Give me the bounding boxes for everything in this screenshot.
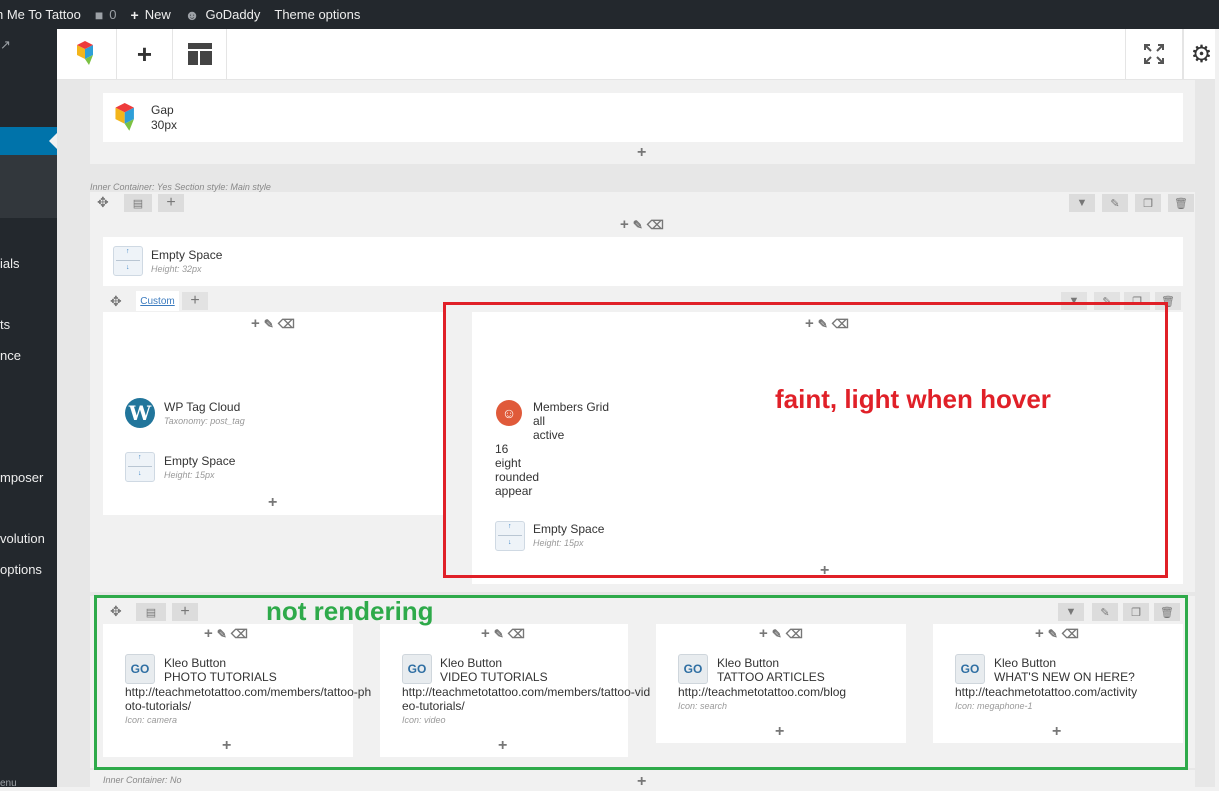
chevron-down-icon: ▼ (1076, 197, 1088, 209)
clone-icon: ❐ (1143, 197, 1153, 210)
tag-cloud-taxonomy: Taxonomy: post_tag (164, 416, 245, 426)
annotation-red-text: faint, light when hover (775, 384, 1051, 414)
new-label: New (144, 7, 171, 22)
sidebar-arrow-icon: ↗ (0, 37, 11, 52)
row-edit-button[interactable]: ✎ (1102, 194, 1128, 212)
gap-value: 30px (151, 118, 178, 132)
comment-icon: ■ (94, 6, 104, 23)
annotation-red-box (443, 302, 1168, 578)
empty-space-title: Empty Space (164, 454, 236, 468)
comments-count: 0 (109, 7, 117, 22)
gap-element[interactable]: Gap 30px (103, 93, 1183, 142)
vc-logo-icon (76, 41, 93, 65)
column-controls[interactable]: + ✎ ⌫ (620, 216, 664, 233)
left-column-controls[interactable]: + ✎ ⌫ (251, 315, 295, 332)
gap-title: Gap (151, 103, 174, 117)
new-link[interactable]: + New (131, 7, 171, 23)
move-icon[interactable]: ✥ (97, 194, 109, 211)
admin-sidebar: ↗ ials ts nce mposer volution options en… (0, 29, 57, 787)
empty-space-height: Height: 32px (151, 264, 202, 274)
theme-options-link[interactable]: Theme options (274, 7, 360, 22)
theme-options-label: Theme options (274, 7, 361, 22)
row-add-button[interactable]: + (158, 194, 184, 212)
empty-space-title: Empty Space (151, 248, 223, 262)
pencil-icon: ✎ (632, 217, 643, 232)
trash-icon: ⌫ (646, 217, 664, 232)
layout-icon (187, 43, 212, 65)
empty-space-height: Height: 15px (164, 470, 215, 480)
add-element-button[interactable]: + (117, 29, 173, 79)
godaddy-icon: ☻ (184, 6, 200, 23)
trash-icon: 🗑 (1174, 197, 1188, 210)
site-name-label: h Me To Tattoo (0, 7, 81, 22)
sidebar-item-tutorials[interactable]: ials (0, 256, 20, 271)
gear-icon: ⚙ (1190, 40, 1213, 68)
comments-link[interactable]: ■ 0 (95, 7, 117, 23)
add-element-plus[interactable]: + (637, 773, 646, 791)
pencil-icon: ✎ (1110, 197, 1120, 210)
row-clone-button[interactable]: ❐ (1135, 194, 1161, 212)
empty-space-element[interactable]: ↑ ↓ Empty Space Height: 32px (103, 237, 1183, 286)
inner-container-label: Inner Container: Yes Section style: Main… (90, 182, 271, 192)
sidebar-item-posts[interactable]: ts (0, 317, 10, 332)
fullscreen-icon (1144, 44, 1164, 64)
vc-element-icon (115, 103, 134, 131)
sidebar-collapse-menu[interactable]: enu (0, 778, 17, 787)
admin-bar: h Me To Tattoo ■ 0 + New ☻ GoDaddy Theme op… (0, 0, 1219, 29)
sidebar-submenu (0, 155, 57, 218)
active-indicator (49, 133, 57, 149)
wordpress-icon: W (125, 398, 155, 428)
settings-button[interactable]: ⚙ (1183, 29, 1219, 79)
custom-tab[interactable]: Custom (136, 291, 179, 311)
add-element-plus[interactable]: + (268, 494, 277, 512)
row-layout-button[interactable]: ▤ (124, 194, 152, 212)
add-element-plus[interactable]: + (637, 144, 646, 162)
plus-icon: + (620, 216, 629, 233)
fullscreen-button[interactable] (1125, 29, 1183, 79)
sidebar-item-options[interactable]: options (0, 562, 42, 577)
composer-logo[interactable] (57, 29, 117, 79)
empty-space-icon: ↑ ↓ (113, 246, 143, 276)
inner-row-add-button[interactable]: + (182, 292, 208, 310)
empty-space-icon: ↑ ↓ (125, 452, 155, 482)
godaddy-label: GoDaddy (205, 7, 261, 22)
godaddy-link[interactable]: ☻ GoDaddy (185, 7, 261, 23)
row-toggle-button[interactable]: ▼ (1069, 194, 1095, 212)
sidebar-item-appearance[interactable]: nce (0, 348, 21, 363)
annotation-green-box (94, 595, 1188, 770)
sidebar-item-composer[interactable]: mposer (0, 470, 43, 485)
site-name-link[interactable]: h Me To Tattoo (0, 7, 81, 22)
tag-cloud-title: WP Tag Cloud (164, 400, 241, 414)
plus-icon: + (130, 6, 139, 23)
composer-toolbar: + ⚙ (57, 29, 1219, 80)
row-delete-button[interactable]: 🗑 (1168, 194, 1194, 212)
annotation-green-text: not rendering (266, 596, 434, 626)
templates-button[interactable] (173, 29, 227, 79)
scrollbar[interactable] (1215, 29, 1219, 787)
inner-container-label: Inner Container: No (103, 775, 182, 785)
left-column: + ✎ ⌫ W WP Tag Cloud Taxonomy: post_tag ↑ ↓… (103, 312, 443, 515)
inner-move-icon[interactable]: ✥ (110, 293, 122, 310)
plus-icon: + (136, 38, 153, 69)
sidebar-item-revolution[interactable]: volution (0, 531, 45, 546)
